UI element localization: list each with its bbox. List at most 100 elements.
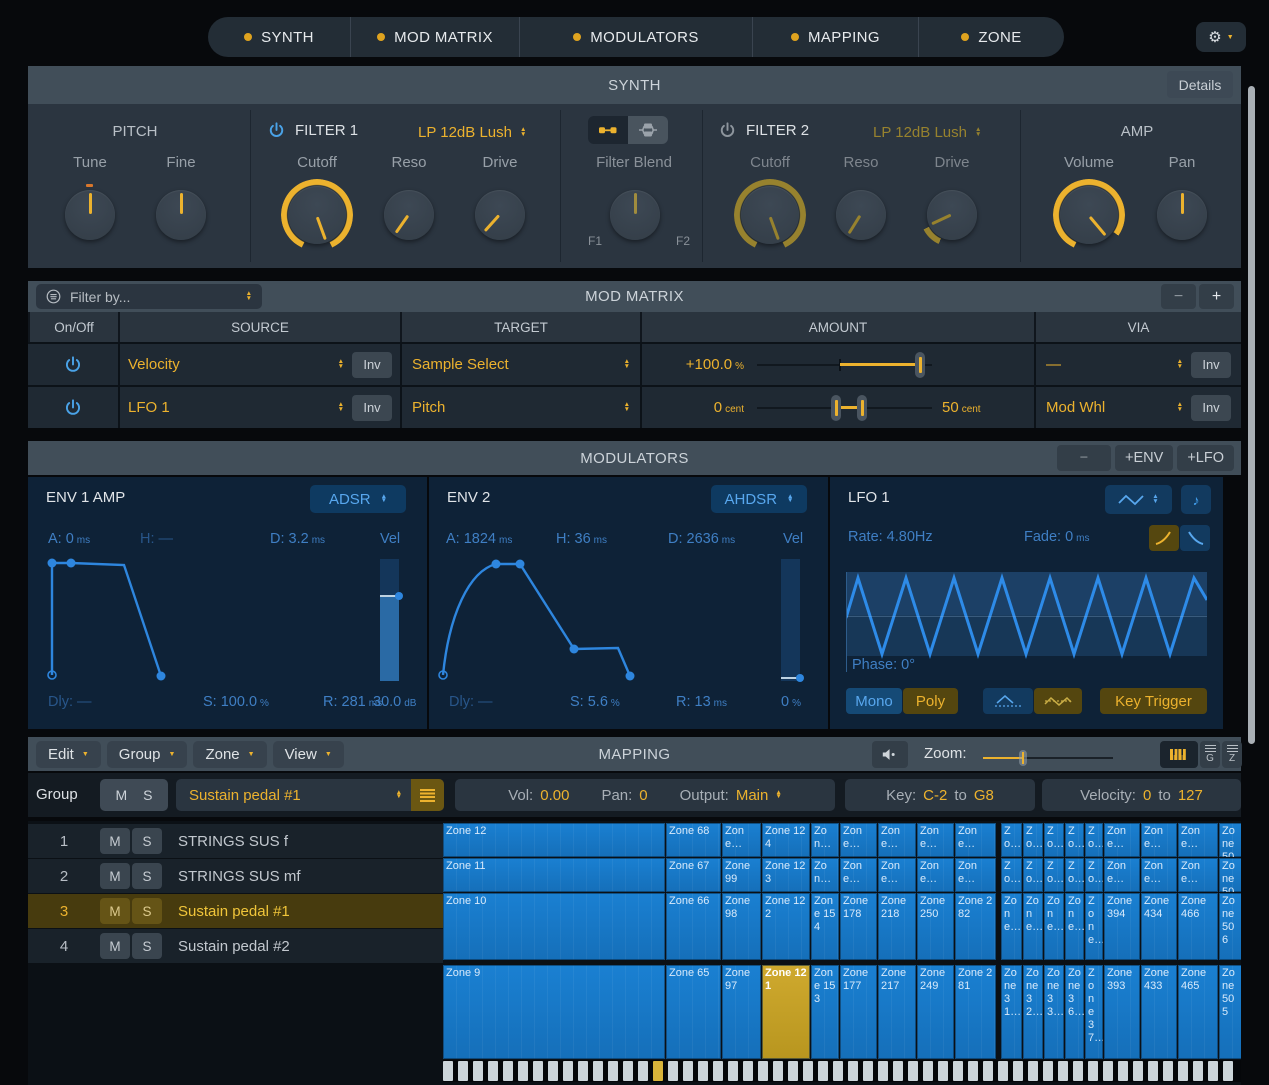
zone-cell[interactable]: Zone 98	[722, 893, 761, 960]
zone-cell[interactable]: Zone…	[955, 823, 996, 857]
keyboard-key[interactable]	[938, 1061, 948, 1081]
keyboard-key[interactable]	[593, 1061, 603, 1081]
keyboard-key[interactable]	[1118, 1061, 1128, 1081]
tab-zone[interactable]: ZONE	[919, 17, 1064, 57]
zone-cell[interactable]: Zone 99	[722, 858, 761, 892]
amp-volume-knob[interactable]	[1060, 186, 1118, 244]
fine-knob[interactable]	[156, 190, 206, 240]
zone-cell[interactable]: Zone 249	[917, 965, 954, 1059]
zone-cell[interactable]: Zon…	[811, 823, 839, 857]
settings-menu-button[interactable]: ⚙ ▼	[1196, 22, 1246, 52]
zone-cell[interactable]: Zone…	[1104, 823, 1140, 857]
env2-velocity-slider[interactable]	[781, 559, 800, 681]
key-high-value[interactable]: G8	[974, 787, 994, 804]
keyboard-key[interactable]	[548, 1061, 558, 1081]
keyboard-key[interactable]	[698, 1061, 708, 1081]
keyboard-key[interactable]	[1058, 1061, 1068, 1081]
view-keyboard-button[interactable]	[1160, 741, 1198, 768]
zone-cell[interactable]: Zo…	[1085, 858, 1103, 892]
vol-value[interactable]: 0.00	[540, 787, 569, 804]
zone-cell[interactable]: Zone…	[840, 858, 877, 892]
lfo-phase[interactable]: Phase: 0°	[852, 657, 915, 673]
details-button[interactable]: Details	[1167, 71, 1233, 98]
zone-menu[interactable]: Zone▼	[193, 741, 266, 768]
zone-cell[interactable]: Zone 66	[666, 893, 721, 960]
keyboard-key[interactable]	[788, 1061, 798, 1081]
mute-button[interactable]: M	[115, 787, 127, 803]
tab-mod-matrix[interactable]: MOD MATRIX	[351, 17, 520, 57]
filter1-cutoff-knob[interactable]	[288, 186, 346, 244]
add-lfo-button[interactable]: +LFO	[1177, 445, 1234, 471]
zone-cell-selected[interactable]: Zone 121	[762, 965, 810, 1059]
solo-button[interactable]: S	[143, 787, 152, 803]
env2-release[interactable]: R: 13ms	[676, 694, 727, 710]
audition-button[interactable]	[872, 741, 908, 768]
tab-mapping[interactable]: MAPPING	[753, 17, 919, 57]
keyboard-key[interactable]	[488, 1061, 498, 1081]
zone-cell[interactable]: Zone 282	[955, 893, 996, 960]
zone-cell[interactable]: Zone 10	[443, 893, 665, 960]
zone-cell[interactable]: Zone 32…	[1023, 965, 1043, 1059]
env2-sustain[interactable]: S: 5.6%	[570, 694, 620, 710]
env2-mode-dropdown[interactable]: AHDSR ▲▼	[711, 485, 807, 513]
fade-in-button[interactable]	[1149, 525, 1179, 551]
zone-cell[interactable]: Zone 123	[762, 858, 810, 892]
velocity-low-value[interactable]: 0	[1143, 787, 1151, 804]
lfo-key-trigger-button[interactable]: Key Trigger	[1100, 688, 1207, 714]
target-dropdown[interactable]: Sample Select ▲▼	[400, 344, 640, 385]
env1-velocity-slider[interactable]	[380, 559, 399, 681]
keyboard-key[interactable]	[908, 1061, 918, 1081]
zone-cell[interactable]: Zone…	[878, 858, 916, 892]
filters-parallel-button[interactable]	[628, 116, 668, 144]
mute-button[interactable]: M	[100, 863, 130, 889]
amp-pan-knob[interactable]	[1157, 190, 1207, 240]
zone-cell[interactable]: Zo…	[1001, 858, 1022, 892]
zone-cell[interactable]: Zo…	[1065, 823, 1084, 857]
keyboard-key[interactable]	[803, 1061, 813, 1081]
mute-button[interactable]: M	[100, 828, 130, 854]
env2-hold[interactable]: H: 36ms	[556, 531, 607, 547]
env1-curve-display[interactable]	[36, 555, 376, 690]
via-dropdown[interactable]: — ▲▼ Inv	[1034, 344, 1241, 385]
zoom-slider[interactable]	[983, 757, 1113, 759]
filter-blend-knob[interactable]	[610, 190, 660, 240]
keyboard-key[interactable]	[923, 1061, 933, 1081]
zoom-handle[interactable]	[1019, 750, 1027, 766]
keyboard-key[interactable]	[1103, 1061, 1113, 1081]
mute-button[interactable]: M	[100, 898, 130, 924]
zone-cell[interactable]: Zone…	[1141, 858, 1177, 892]
power-icon[interactable]	[719, 122, 736, 139]
keyboard-key[interactable]	[713, 1061, 723, 1081]
zone-cell[interactable]: Zone 124	[762, 823, 810, 857]
zone-cell[interactable]: Zone 68	[666, 823, 721, 857]
env2-curve-display[interactable]	[437, 555, 777, 690]
keyboard-key[interactable]	[638, 1061, 648, 1081]
solo-button[interactable]: S	[132, 933, 162, 959]
add-routing-button[interactable]: +	[1199, 284, 1234, 309]
zone-cell[interactable]: Zone 178	[840, 893, 877, 960]
invert-source-button[interactable]: Inv	[352, 395, 392, 421]
zone-cell[interactable]: Zone…	[1085, 893, 1103, 960]
group-list-row-selected[interactable]: 3 M S Sustain pedal #1	[28, 894, 443, 928]
slider-handle[interactable]	[915, 352, 925, 378]
zone-cell[interactable]: Zone 67	[666, 858, 721, 892]
keyboard-key[interactable]	[818, 1061, 828, 1081]
zone-cell[interactable]: Zone…	[1044, 893, 1064, 960]
invert-source-button[interactable]: Inv	[352, 352, 392, 378]
keyboard-key[interactable]	[743, 1061, 753, 1081]
zone-cell[interactable]: Zo…	[1065, 858, 1084, 892]
keyboard-key[interactable]	[728, 1061, 738, 1081]
zone-cell[interactable]: Zone 9	[443, 965, 665, 1059]
zone-cell[interactable]: Zone…	[840, 823, 877, 857]
amount-range-slider[interactable]	[757, 407, 932, 409]
via-dropdown[interactable]: Mod Whl ▲▼ Inv	[1034, 387, 1241, 428]
lfo-rate[interactable]: Rate: 4.80Hz	[848, 529, 933, 545]
view-menu[interactable]: View▼	[273, 741, 344, 768]
pan-value[interactable]: 0	[639, 787, 647, 804]
filter2-type-dropdown[interactable]: LP 12dB Lush ▲▼	[873, 124, 981, 141]
zone-cell[interactable]: Zo…	[1085, 823, 1103, 857]
zone-cell[interactable]: Zon…	[811, 858, 839, 892]
keyboard-key[interactable]	[668, 1061, 678, 1081]
keyboard-key[interactable]	[968, 1061, 978, 1081]
zone-cell[interactable]: Zone 153	[811, 965, 839, 1059]
